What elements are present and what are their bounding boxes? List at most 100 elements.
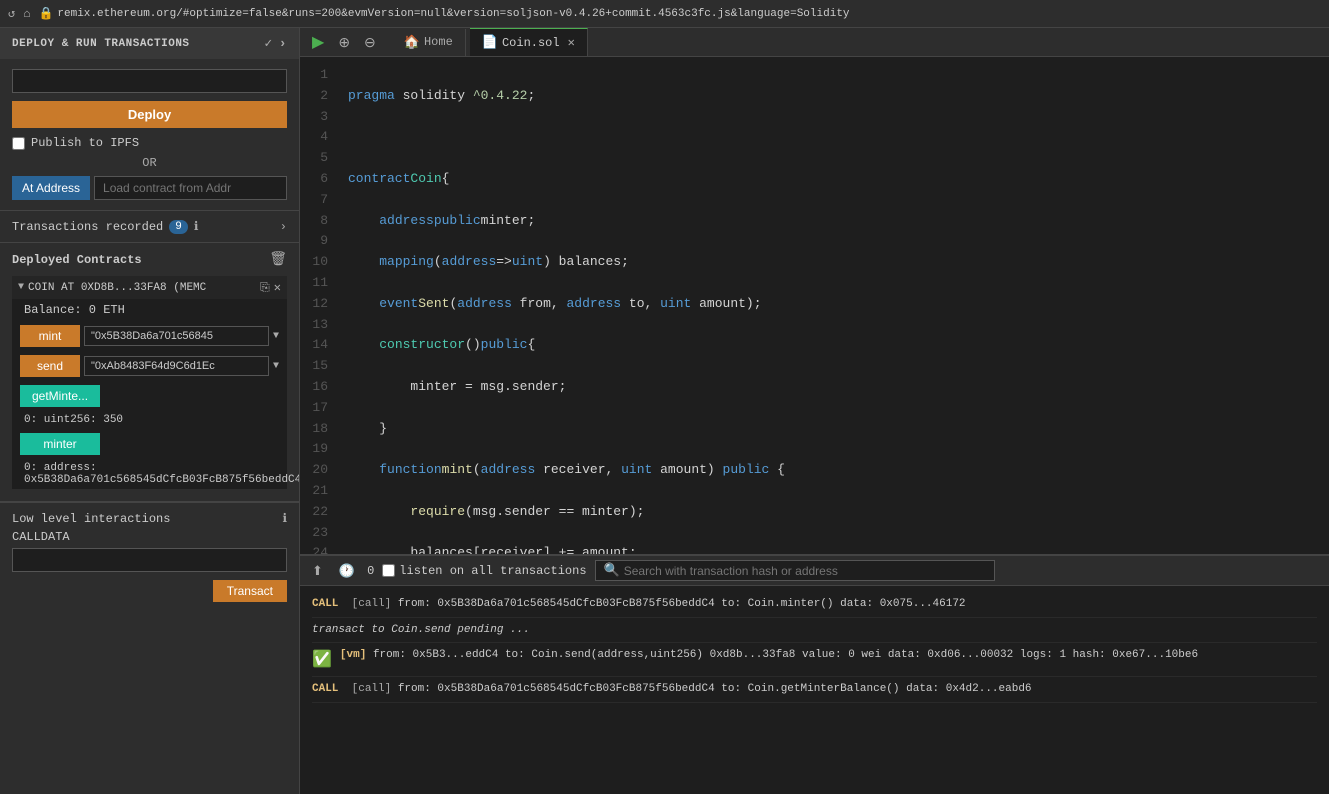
panel-title: DEPLOY & RUN TRANSACTIONS (12, 38, 190, 50)
zoom-out-button[interactable]: ⊖ (360, 30, 380, 55)
low-level-section: Low level interactions ℹ CALLDATA Transa… (0, 502, 299, 610)
success-icon: ✅ (312, 648, 332, 672)
contract-close-icon[interactable]: ✕ (274, 280, 281, 295)
right-panel: ▶ ⊕ ⊖ 🏠 Home 📄 Coin.sol ✕ 12345 678910 1… (300, 28, 1329, 794)
or-divider: OR (12, 156, 287, 170)
log-vm-content: [vm] from: 0x5B3...eddC4 to: Coin.send(a… (340, 647, 1198, 664)
publish-ipfs-label: Publish to IPFS (31, 136, 139, 150)
low-level-title: Low level interactions (12, 512, 170, 526)
log-entry-3: ✅ [vm] from: 0x5B3...eddC4 to: Coin.send… (312, 643, 1317, 677)
low-level-info-icon[interactable]: ℹ (282, 511, 287, 526)
console-clock-icon[interactable]: 🕐 (335, 561, 359, 581)
getminte-result: 0: uint256: 350 (12, 411, 287, 429)
console-clear-icon[interactable]: ⬆ (308, 561, 327, 581)
deployed-contracts-title: Deployed Contracts (12, 253, 142, 267)
tab-home-label: Home (424, 35, 453, 49)
listen-checkbox[interactable] (382, 564, 395, 577)
listen-checkbox-label[interactable]: listen on all transactions (382, 564, 586, 578)
at-address-button[interactable]: At Address (12, 176, 90, 200)
deploy-section: Deploy Publish to IPFS OR At Address (0, 59, 299, 210)
console-search-bar[interactable]: 🔍 (595, 560, 995, 581)
getminte-button[interactable]: getMinte... (20, 385, 100, 407)
code-area: 12345 678910 1112131415 1617181920 21222… (300, 57, 1329, 554)
tab-home[interactable]: 🏠 Home (392, 29, 466, 56)
log-call-tag-2: CALL (312, 683, 338, 695)
tab-coin[interactable]: 📄 Coin.sol ✕ (470, 28, 588, 56)
send-row: send ▼ (12, 351, 287, 381)
code-line-5: mapping (address=>uint) balances; (340, 252, 1329, 273)
mint-row: mint ▼ (12, 321, 287, 351)
minter-row: minter (12, 429, 287, 459)
check-icon[interactable]: ✓ (264, 36, 272, 51)
transactions-label: Transactions recorded (12, 220, 163, 234)
code-line-11: require(msg.sender == minter); (340, 502, 1329, 523)
low-level-header: Low level interactions ℹ (12, 511, 287, 526)
code-line-9: } (340, 419, 1329, 440)
url-bar[interactable]: remix.ethereum.org/#optimize=false&runs=… (57, 8, 849, 20)
topbar-home-icon[interactable]: ⌂ (23, 7, 30, 21)
transactions-badge: 9 (169, 220, 188, 234)
console-area: ⬆ 🕐 0 listen on all transactions 🔍 CALL … (300, 554, 1329, 794)
mint-chevron-icon[interactable]: ▼ (273, 331, 279, 342)
at-address-input[interactable] (94, 176, 287, 200)
contract-copy-icon[interactable]: ⎘ (260, 281, 270, 295)
panel-header-icons: ✓ › (264, 36, 287, 51)
calldata-label: CALLDATA (12, 530, 287, 544)
code-line-1: pragma solidity ^0.4.22; (340, 86, 1329, 107)
code-line-2 (340, 127, 1329, 148)
minter-result: 0: address: 0x5B38Da6a701c568545dCfcB03F… (12, 459, 287, 489)
log-text-1: from: 0x5B38Da6a701c568545dCfcB03FcB875f… (398, 598, 966, 610)
refresh-icon[interactable]: ↺ (8, 6, 15, 21)
console-logs: CALL [call] from: 0x5B38Da6a701c568545dC… (300, 586, 1329, 794)
console-toolbar: ⬆ 🕐 0 listen on all transactions 🔍 (300, 556, 1329, 586)
tab-bar: ▶ ⊕ ⊖ 🏠 Home 📄 Coin.sol ✕ (300, 28, 1329, 57)
main-layout: DEPLOY & RUN TRANSACTIONS ✓ › Deploy Pub… (0, 28, 1329, 794)
expand-icon[interactable]: › (279, 36, 287, 51)
send-button[interactable]: send (20, 355, 80, 377)
calldata-input[interactable] (12, 548, 287, 572)
lock-icon: 🔒 (38, 6, 53, 21)
trash-icon[interactable]: 🗑 (269, 251, 287, 268)
code-line-8: minter = msg.sender; (340, 377, 1329, 398)
line-numbers: 12345 678910 1112131415 1617181920 21222… (300, 57, 340, 554)
publish-ipfs-checkbox[interactable] (12, 137, 25, 150)
mint-input[interactable] (84, 326, 269, 346)
console-count: 0 (367, 564, 374, 578)
at-address-row: At Address (12, 176, 287, 200)
zoom-in-button[interactable]: ⊕ (334, 30, 354, 55)
contract-select-input[interactable] (12, 69, 287, 93)
contract-item-header: ▼ COIN AT 0XD8B...33FA8 (MEMC ⎘ ✕ (12, 276, 287, 299)
log-pending-text: transact to Coin.send pending ... (312, 624, 530, 636)
transact-button[interactable]: Transact (213, 580, 287, 602)
log-entry-4: CALL [call] from: 0x5B38Da6a701c568545dC… (312, 677, 1317, 703)
publish-ipfs-row: Publish to IPFS (12, 136, 287, 150)
run-button[interactable]: ▶ (308, 28, 328, 56)
coin-tab-icon: 📄 (482, 35, 498, 50)
contract-name: COIN AT 0XD8B...33FA8 (MEMC (28, 282, 256, 294)
send-chevron-icon[interactable]: ▼ (273, 361, 279, 372)
code-content: pragma solidity ^0.4.22; contract Coin{ … (340, 57, 1329, 554)
search-input[interactable] (624, 564, 986, 578)
code-line-10: function mint(address receiver, uint amo… (340, 460, 1329, 481)
log-bracket-2: [call] (345, 683, 398, 695)
home-tab-icon: 🏠 (404, 35, 420, 50)
tab-close-icon[interactable]: ✕ (568, 35, 575, 50)
balance-row: Balance: 0 ETH (12, 299, 287, 321)
deploy-button[interactable]: Deploy (12, 101, 287, 128)
log-call-tag: CALL (312, 598, 338, 610)
transactions-info-icon[interactable]: ℹ (194, 219, 199, 234)
topbar: ↺ ⌂ 🔒 remix.ethereum.org/#optimize=false… (0, 0, 1329, 28)
transactions-expand-icon[interactable]: › (280, 220, 287, 234)
deployed-contracts-section: Deployed Contracts 🗑 ▼ COIN AT 0XD8B...3… (0, 243, 299, 502)
tab-toolbar: ▶ ⊕ ⊖ (308, 28, 380, 56)
code-line-4: address public minter; (340, 211, 1329, 232)
contract-chevron-icon[interactable]: ▼ (18, 282, 24, 293)
log-text-4: from: 0x5B38Da6a701c568545dCfcB03FcB875f… (398, 683, 1032, 695)
mint-button[interactable]: mint (20, 325, 80, 347)
listen-label: listen on all transactions (399, 564, 586, 578)
send-input[interactable] (84, 356, 269, 376)
log-vm-tag: [vm] (340, 649, 366, 661)
log-bracket: [call] (345, 598, 398, 610)
minter-button[interactable]: minter (20, 433, 100, 455)
balance-label: Balance: 0 ETH (24, 303, 125, 317)
